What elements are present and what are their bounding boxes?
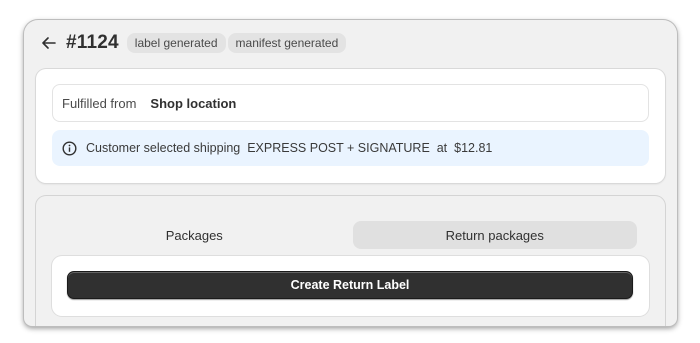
package-tabs: Packages Return packages <box>52 221 637 249</box>
shipping-method: EXPRESS POST + SIGNATURE <box>247 141 430 155</box>
shipping-prefix: Customer selected shipping <box>86 141 241 155</box>
order-header: #1124 label generated manifest generated <box>40 31 348 55</box>
create-return-label-button[interactable]: Create Return Label <box>67 271 633 299</box>
info-icon <box>62 140 77 156</box>
app-window: #1124 label generated manifest generated… <box>24 20 677 326</box>
packages-card: Packages Return packages Create Return L… <box>36 196 665 326</box>
tab-packages[interactable]: Packages <box>52 221 337 249</box>
shipping-info-banner: Customer selected shipping EXPRESS POST … <box>52 130 649 166</box>
fulfilled-from-location: Shop location <box>150 95 237 111</box>
fulfilled-from-row: Fulfilled from Shop location <box>52 84 649 122</box>
fulfilled-from-label: Fulfilled from <box>62 95 137 111</box>
tab-return-packages[interactable]: Return packages <box>352 221 637 249</box>
shipping-connector: at <box>436 141 448 155</box>
arrow-left-icon <box>42 37 56 49</box>
shipping-info-text: Customer selected shipping EXPRESS POST … <box>86 141 492 155</box>
status-badge-label: label generated <box>126 33 226 53</box>
back-button[interactable] <box>40 34 58 52</box>
shipping-price: $12.81 <box>454 141 493 155</box>
status-badge-manifest: manifest generated <box>227 33 347 53</box>
order-title: #1124 <box>66 32 119 53</box>
fulfillment-card: Fulfilled from Shop location Customer se… <box>36 69 665 183</box>
return-label-panel: Create Return Label <box>52 256 649 316</box>
